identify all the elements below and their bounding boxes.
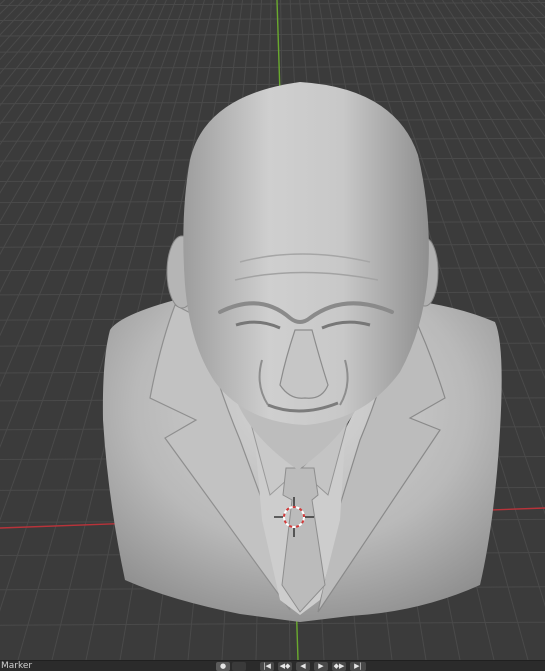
jump-to-end-button[interactable]: ▶|	[350, 662, 366, 671]
grid-line	[0, 0, 82, 107]
grid-line	[518, 0, 545, 29]
viewport-canvas[interactable]	[0, 0, 545, 660]
grid-line	[0, 0, 110, 169]
sculpted-bust-model[interactable]	[102, 82, 502, 622]
grid-line	[0, 0, 24, 25]
grid-line	[0, 621, 545, 626]
play-reverse-button[interactable]: ◀	[296, 662, 310, 671]
jump-to-start-button[interactable]: |◀	[260, 662, 274, 671]
grid-line	[0, 0, 72, 90]
grid-line	[489, 0, 545, 67]
grid-line	[537, 0, 545, 8]
grid-line	[0, 0, 44, 48]
auto-keyframe-button[interactable]: ●	[216, 662, 230, 671]
3d-viewport[interactable]	[0, 0, 545, 660]
grid-line	[527, 0, 545, 18]
keyframe-toggle-button[interactable]	[232, 662, 246, 671]
marker-menu[interactable]: Marker	[1, 662, 32, 671]
grid-line	[0, 82, 545, 87]
timeline-bar: Marker ● |◀ ◀◆ ◀ ▶ ◆▶ ▶|	[0, 660, 545, 671]
play-button[interactable]: ▶	[314, 662, 328, 671]
grid-line	[0, 0, 129, 223]
grid-line	[508, 0, 545, 41]
grid-line	[0, 0, 101, 146]
previous-keyframe-button[interactable]: ◀◆	[278, 662, 292, 671]
next-keyframe-button[interactable]: ◆▶	[332, 662, 346, 671]
grid-line	[0, 65, 545, 70]
grid-line	[0, 32, 545, 37]
grid-line	[0, 17, 545, 21]
